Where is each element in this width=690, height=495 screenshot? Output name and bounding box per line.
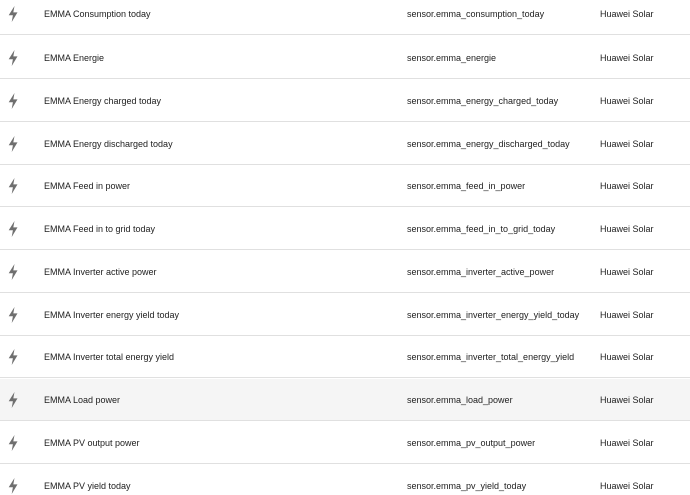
entity-name: EMMA Feed in to grid today: [44, 223, 156, 234]
flash-icon: [6, 220, 20, 237]
table-row[interactable]: EMMA Load power sensor.emma_load_power Hua…: [0, 379, 690, 421]
entity-name: EMMA Consumption today: [44, 8, 151, 19]
table-row[interactable]: EMMA PV yield today sensor.emma_pv_yield_…: [0, 465, 690, 495]
integration-name: Huawei Solar: [600, 52, 654, 63]
entity-id: sensor.emma_energie: [407, 52, 497, 63]
entity-id: sensor.emma_pv_output_power: [407, 437, 536, 448]
entity-id: sensor.emma_consumption_today: [407, 8, 545, 19]
flash-icon: [6, 5, 20, 22]
entity-name: EMMA Inverter total energy yield: [44, 351, 175, 362]
entity-id: sensor.emma_inverter_active_power: [407, 266, 555, 277]
entity-id: sensor.emma_energy_discharged_today: [407, 138, 570, 149]
entity-name: EMMA Energy charged today: [44, 95, 162, 106]
table-row[interactable]: EMMA Consumption today sensor.emma_consum…: [0, 0, 690, 35]
entity-name: EMMA PV yield today: [44, 480, 131, 491]
entity-id: sensor.emma_pv_yield_today: [407, 480, 527, 491]
entity-name: EMMA Inverter energy yield today: [44, 309, 180, 320]
table-row[interactable]: EMMA Feed in power sensor.emma_feed_in_po…: [0, 165, 690, 207]
integration-name: Huawei Solar: [600, 8, 654, 19]
integration-name: Huawei Solar: [600, 223, 654, 234]
entity-name: EMMA Energy discharged today: [44, 138, 173, 149]
integration-name: Huawei Solar: [600, 437, 654, 448]
flash-icon: [6, 391, 20, 408]
entity-name: EMMA Inverter active power: [44, 266, 157, 277]
table-row[interactable]: EMMA Inverter total energy yield sensor.e…: [0, 336, 690, 378]
table-row[interactable]: EMMA Energy charged today sensor.emma_ene…: [0, 80, 690, 122]
flash-icon: [6, 135, 20, 152]
entity-name: EMMA PV output power: [44, 437, 140, 448]
flash-icon: [6, 49, 20, 66]
flash-icon: [6, 306, 20, 323]
entity-name: EMMA Load power: [44, 394, 121, 405]
entity-name: EMMA Feed in power: [44, 180, 131, 191]
integration-name: Huawei Solar: [600, 180, 654, 191]
entity-table: EMMA Consumption today sensor.emma_consum…: [0, 0, 690, 495]
flash-icon: [6, 434, 20, 451]
integration-name: Huawei Solar: [600, 138, 654, 149]
integration-name: Huawei Solar: [600, 351, 654, 362]
entity-id: sensor.emma_energy_charged_today: [407, 95, 559, 106]
table-row[interactable]: EMMA Inverter active power sensor.emma_in…: [0, 251, 690, 293]
table-row[interactable]: EMMA Energy discharged today sensor.emma_…: [0, 123, 690, 165]
flash-icon: [6, 348, 20, 365]
entity-id: sensor.emma_feed_in_power: [407, 180, 526, 191]
flash-icon: [6, 92, 20, 109]
integration-name: Huawei Solar: [600, 95, 654, 106]
flash-icon: [6, 263, 20, 280]
table-row[interactable]: EMMA Inverter energy yield today sensor.e…: [0, 294, 690, 336]
integration-name: Huawei Solar: [600, 480, 654, 491]
table-row[interactable]: EMMA Feed in to grid today sensor.emma_fe…: [0, 208, 690, 250]
table-row[interactable]: EMMA Energie sensor.emma_energie Huawei So…: [0, 37, 690, 79]
entity-id: sensor.emma_inverter_energy_yield_today: [407, 309, 580, 320]
entity-id: sensor.emma_load_power: [407, 394, 513, 405]
entity-id: sensor.emma_feed_in_to_grid_today: [407, 223, 556, 234]
integration-name: Huawei Solar: [600, 309, 654, 320]
integration-name: Huawei Solar: [600, 266, 654, 277]
table-row[interactable]: EMMA PV output power sensor.emma_pv_outpu…: [0, 422, 690, 464]
entity-id: sensor.emma_inverter_total_energy_yield: [407, 351, 575, 362]
entity-name: EMMA Energie: [44, 52, 105, 63]
flash-icon: [6, 177, 20, 194]
flash-icon: [6, 477, 20, 494]
integration-name: Huawei Solar: [600, 394, 654, 405]
